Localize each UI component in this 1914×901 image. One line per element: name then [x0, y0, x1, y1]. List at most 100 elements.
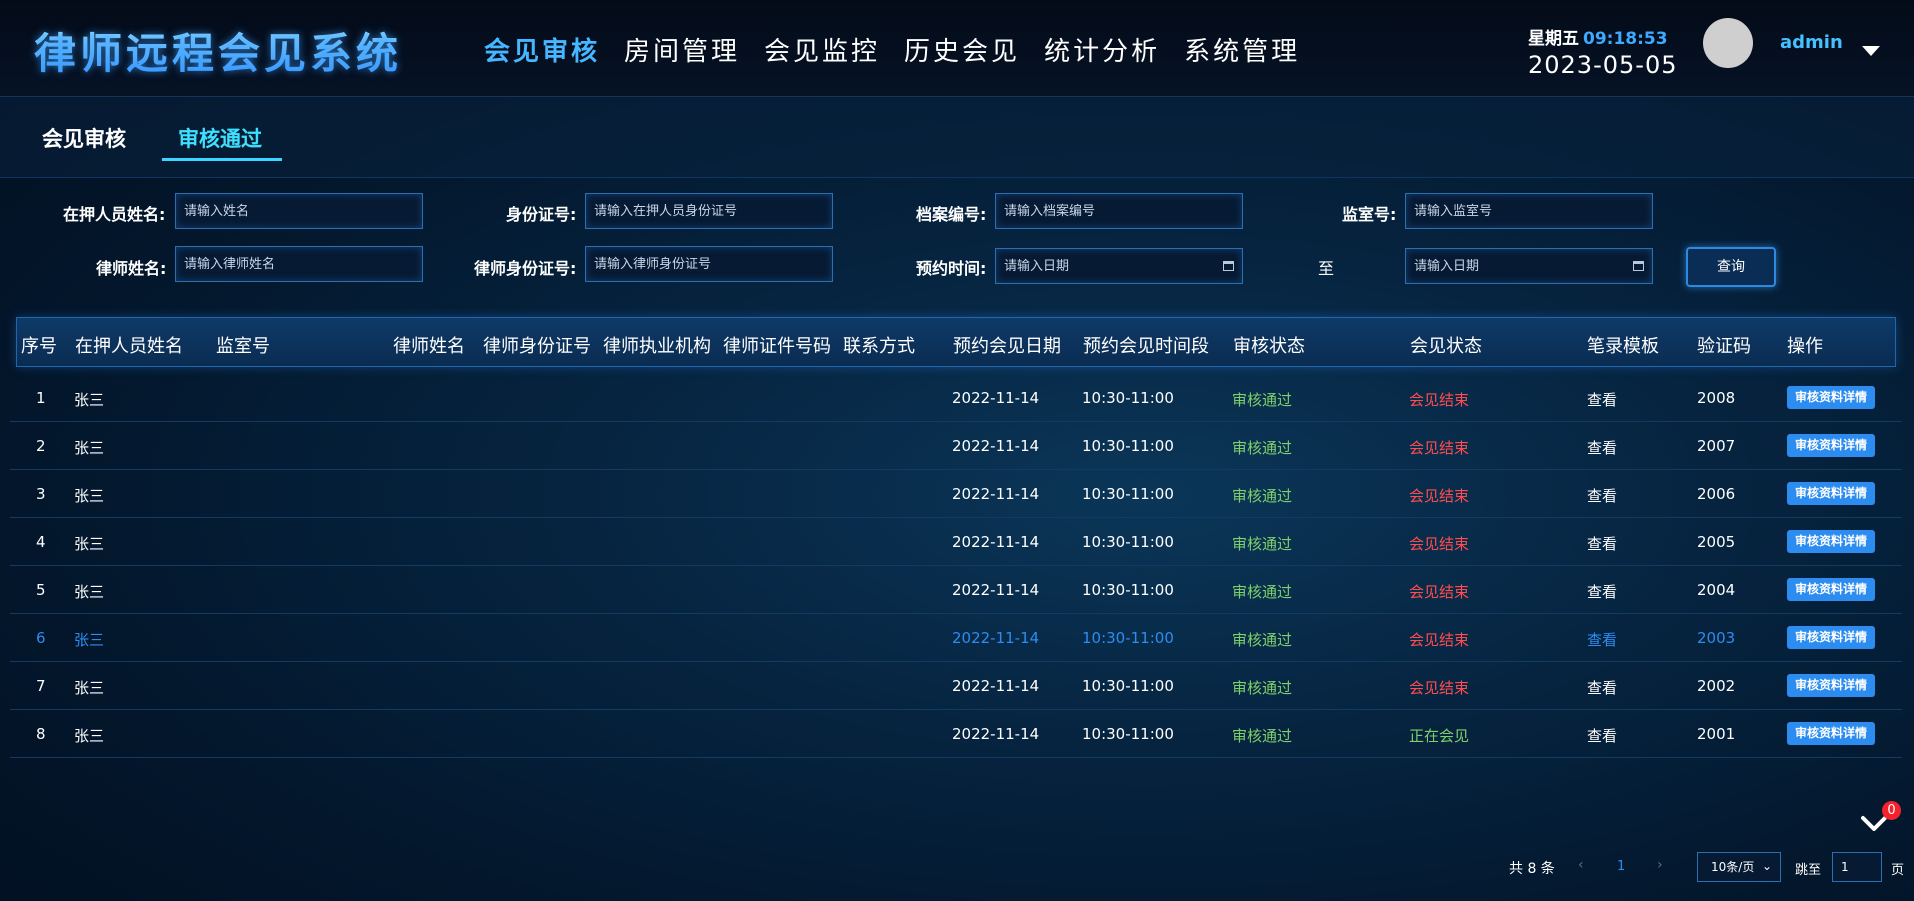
lawyer-name-input[interactable]	[175, 246, 423, 282]
appointment-date: 2022-11-14	[952, 533, 1040, 551]
nav-item-system-management[interactable]: 系统管理	[1184, 32, 1300, 72]
appointment-date: 2022-11-14	[952, 485, 1040, 503]
cell-number-input[interactable]	[1405, 193, 1653, 229]
audit-status: 审核通过	[1232, 391, 1293, 409]
top-bar: 律师远程会见系统 会见审核 房间管理 会见监控 历史会见 统计分析 系统管理 星…	[0, 0, 1914, 97]
page-size-select[interactable]: 10条/页 ⌄	[1697, 852, 1781, 882]
table-row[interactable]: 4 张三 2022-11-14 10:30-11:00 审核通过 会见结束 查看…	[10, 518, 1902, 566]
column-header: 律师姓名	[393, 336, 465, 357]
column-header: 律师身份证号	[483, 336, 591, 357]
row-index: 8	[36, 725, 46, 743]
column-header: 预约会见日期	[953, 336, 1061, 357]
nav-item-meeting-review[interactable]: 会见审核	[484, 32, 600, 72]
column-header: 律师证件号码	[723, 336, 831, 357]
id-number-label: 身份证号:	[506, 205, 577, 224]
review-details-button[interactable]: 审核资料详情	[1787, 722, 1875, 745]
review-details-button[interactable]: 审核资料详情	[1787, 482, 1875, 505]
review-details-button[interactable]: 审核资料详情	[1787, 626, 1875, 649]
table-row[interactable]: 1 张三 2022-11-14 10:30-11:00 审核通过 会见结束 查看…	[10, 374, 1902, 422]
row-index: 3	[36, 485, 46, 503]
nav-item-statistics[interactable]: 统计分析	[1044, 32, 1160, 72]
column-header: 联系方式	[843, 336, 915, 357]
avatar[interactable]	[1703, 18, 1753, 68]
review-details-button[interactable]: 审核资料详情	[1787, 674, 1875, 697]
review-details-button[interactable]: 审核资料详情	[1787, 530, 1875, 553]
appointment-period: 10:30-11:00	[1082, 725, 1174, 743]
query-button[interactable]: 查询	[1686, 247, 1776, 287]
audit-status: 审核通过	[1232, 487, 1293, 505]
audit-status: 审核通过	[1232, 631, 1293, 649]
view-template-link[interactable]: 查看	[1587, 677, 1617, 698]
prev-page-icon[interactable]: ‹	[1578, 857, 1584, 873]
nav-item-meeting-monitor[interactable]: 会见监控	[764, 32, 880, 72]
chevron-down-icon[interactable]	[1862, 46, 1880, 56]
page-number[interactable]: 1	[1617, 859, 1625, 874]
table-row[interactable]: 2 张三 2022-11-14 10:30-11:00 审核通过 会见结束 查看…	[10, 422, 1902, 470]
view-template-link[interactable]: 查看	[1587, 533, 1617, 554]
column-header: 操作	[1787, 336, 1823, 357]
lawyer-id-input[interactable]	[585, 246, 833, 282]
appointment-date: 2022-11-14	[952, 629, 1040, 647]
audit-status: 审核通过	[1232, 439, 1293, 457]
view-template-link[interactable]: 查看	[1587, 437, 1617, 458]
username[interactable]: admin	[1780, 32, 1843, 53]
view-template-link[interactable]: 查看	[1587, 629, 1617, 650]
file-number-input[interactable]	[995, 193, 1243, 229]
table-row[interactable]: 5 张三 2022-11-14 10:30-11:00 审核通过 会见结束 查看…	[10, 566, 1902, 614]
row-index: 5	[36, 581, 46, 599]
appointment-period: 10:30-11:00	[1082, 533, 1174, 551]
meeting-status: 会见结束	[1409, 631, 1470, 649]
detainee-name: 张三	[74, 679, 105, 697]
table-row[interactable]: 3 张三 2022-11-14 10:30-11:00 审核通过 会见结束 查看…	[10, 470, 1902, 518]
view-template-link[interactable]: 查看	[1587, 581, 1617, 602]
appointment-period: 10:30-11:00	[1082, 389, 1174, 407]
review-details-button[interactable]: 审核资料详情	[1787, 386, 1875, 409]
date-range-separator: 至	[1318, 259, 1335, 278]
nav-item-meeting-history[interactable]: 历史会见	[904, 32, 1020, 72]
detainee-name: 张三	[74, 727, 105, 745]
row-index: 7	[36, 677, 46, 695]
next-page-icon[interactable]: ›	[1657, 857, 1663, 873]
appointment-date: 2022-11-14	[952, 389, 1040, 407]
view-template-link[interactable]: 查看	[1587, 389, 1617, 410]
row-index: 2	[36, 437, 46, 455]
appointment-period: 10:30-11:00	[1082, 677, 1174, 695]
calendar-icon[interactable]	[1223, 261, 1234, 271]
column-header: 笔录模板	[1587, 336, 1659, 357]
pagination-total: 共 8 条	[1509, 861, 1555, 877]
view-template-link[interactable]: 查看	[1587, 485, 1617, 506]
page-size-value: 10条/页	[1711, 860, 1755, 874]
row-index: 1	[36, 389, 46, 407]
tab-review-passed[interactable]: 审核通过	[178, 123, 262, 153]
meeting-status: 会见结束	[1409, 487, 1470, 505]
calendar-icon[interactable]	[1633, 261, 1644, 271]
appointment-date: 2022-11-14	[952, 437, 1040, 455]
lawyer-id-label: 律师身份证号:	[474, 259, 577, 278]
end-date-input[interactable]	[1405, 248, 1653, 284]
detainee-name-input[interactable]	[175, 193, 423, 229]
column-header: 律师执业机构	[603, 336, 711, 357]
view-template-link[interactable]: 查看	[1587, 725, 1617, 746]
active-tab-underline	[162, 158, 282, 161]
tab-meeting-review[interactable]: 会见审核	[42, 123, 126, 153]
review-details-button[interactable]: 审核资料详情	[1787, 434, 1875, 457]
page-word: 页	[1891, 863, 1905, 878]
nav-item-room-management[interactable]: 房间管理	[624, 32, 740, 72]
chevron-down-icon: ⌄	[1761, 859, 1772, 873]
review-details-button[interactable]: 审核资料详情	[1787, 578, 1875, 601]
column-header: 预约会见时间段	[1083, 336, 1209, 357]
verification-code: 2004	[1697, 581, 1736, 599]
table-row[interactable]: 7 张三 2022-11-14 10:30-11:00 审核通过 会见结束 查看…	[10, 662, 1902, 710]
id-number-input[interactable]	[585, 193, 833, 229]
verification-code: 2008	[1697, 389, 1736, 407]
start-date-input[interactable]	[995, 248, 1243, 284]
verification-code: 2006	[1697, 485, 1736, 503]
table-row[interactable]: 8 张三 2022-11-14 10:30-11:00 审核通过 正在会见 查看…	[10, 710, 1902, 758]
appointment-period: 10:30-11:00	[1082, 437, 1174, 455]
table-row[interactable]: 6 张三 2022-11-14 10:30-11:00 审核通过 会见结束 查看…	[10, 614, 1902, 662]
detainee-name: 张三	[74, 583, 105, 601]
jump-page-input[interactable]	[1832, 852, 1882, 882]
main-nav: 会见审核 房间管理 会见监控 历史会见 统计分析 系统管理	[484, 32, 1324, 72]
sub-tabs: 会见审核 审核通过	[0, 97, 1914, 178]
verification-code: 2001	[1697, 725, 1736, 743]
